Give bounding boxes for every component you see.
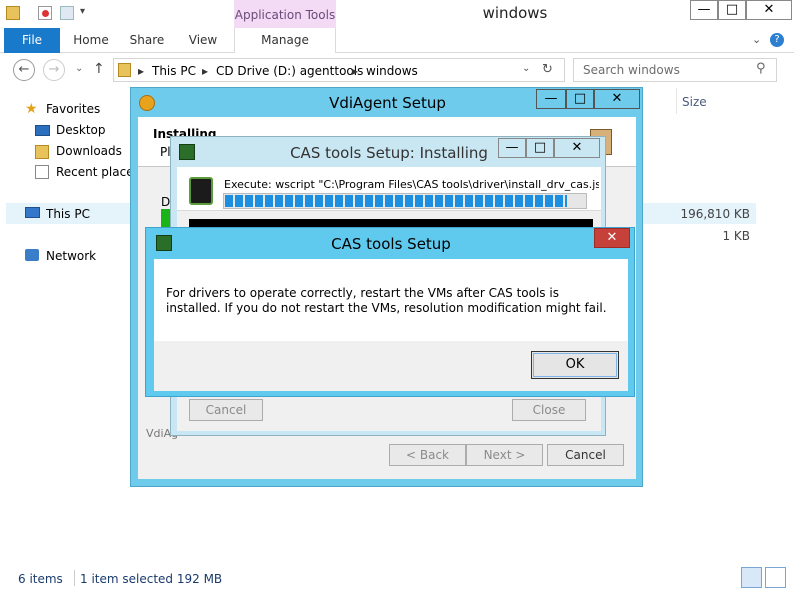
install-progress-bar	[223, 193, 587, 209]
close-button[interactable]: ✕	[746, 0, 792, 20]
nav-downloads[interactable]: Downloads	[56, 144, 122, 158]
tab-share[interactable]: Share	[124, 28, 170, 53]
back-arrow-icon[interactable]: ←	[13, 59, 35, 81]
maximize-button[interactable]: □	[566, 89, 594, 109]
folder-icon	[118, 63, 131, 77]
tab-view[interactable]: View	[180, 28, 226, 53]
status-divider	[74, 570, 75, 586]
search-icon[interactable]: ⚲	[756, 61, 766, 76]
nav-network[interactable]: Network	[46, 249, 96, 263]
breadcrumb-cd-drive[interactable]: CD Drive (D:) agenttools	[216, 64, 363, 78]
close-button[interactable]: ✕	[594, 89, 640, 109]
recent-places-icon	[35, 165, 49, 179]
close-button[interactable]: Close	[512, 399, 586, 421]
dialog-body: For drivers to operate correctly, restar…	[154, 259, 628, 391]
details-view-icon[interactable]	[741, 567, 762, 588]
maximize-button[interactable]: □	[718, 0, 746, 20]
cancel-button[interactable]: Cancel	[547, 444, 624, 466]
breadcrumb-windows[interactable]: windows	[366, 64, 418, 78]
nav-recent-places[interactable]: Recent places	[56, 165, 140, 179]
properties-icon[interactable]	[38, 6, 52, 20]
file-size-cell: 196,810 KB	[680, 207, 750, 221]
message-text: For drivers to operate correctly, restar…	[166, 286, 607, 315]
new-folder-icon[interactable]	[60, 6, 74, 20]
breadcrumb-separator-icon: ▸	[202, 64, 209, 78]
tab-manage[interactable]: Manage	[234, 28, 336, 53]
nav-this-pc[interactable]: This PC	[46, 207, 90, 221]
minimize-button[interactable]: —	[498, 138, 526, 158]
address-dropdown-icon[interactable]: ⌄	[522, 63, 530, 74]
close-button[interactable]: ✕	[554, 138, 600, 158]
window-title: windows	[482, 4, 548, 22]
ok-button[interactable]: OK	[531, 351, 619, 379]
large-icons-view-icon[interactable]	[765, 567, 786, 588]
forward-arrow-icon[interactable]: →	[43, 59, 65, 81]
breadcrumb-separator-icon: ▸	[352, 64, 359, 78]
breadcrumb-this-pc[interactable]: This PC	[152, 64, 196, 78]
computer-icon	[25, 207, 40, 218]
folder-icon	[6, 6, 20, 20]
nav-desktop[interactable]: Desktop	[56, 123, 106, 137]
star-icon: ★	[25, 101, 38, 117]
downloads-folder-icon	[35, 145, 49, 159]
application-tools-context-tab: Application Tools	[234, 0, 336, 30]
execute-detail: Execute: wscript "C:\Program Files\CAS t…	[224, 178, 599, 191]
file-size-cell: 1 KB	[722, 229, 750, 243]
status-item-count: 6 items	[18, 572, 63, 586]
customize-toolbar-icon[interactable]: ▾	[80, 6, 85, 17]
network-icon	[25, 249, 39, 261]
minimize-button[interactable]: —	[536, 89, 566, 109]
breadcrumb-separator-icon: ▸	[138, 64, 145, 78]
installer-cd-icon	[189, 177, 213, 205]
status-selection: 1 item selected 192 MB	[80, 572, 223, 586]
nav-favorites[interactable]: Favorites	[46, 102, 100, 116]
up-arrow-icon[interactable]: ↑	[93, 61, 105, 77]
close-button[interactable]: ✕	[594, 228, 630, 248]
dialog-title: CAS tools Setup	[331, 235, 451, 253]
recent-locations-icon[interactable]: ⌄	[75, 63, 83, 74]
chevron-down-icon[interactable]: ⌄	[752, 33, 761, 46]
status-label: D	[161, 195, 171, 209]
column-header-size[interactable]: Size	[682, 95, 707, 109]
help-icon[interactable]: ?	[770, 33, 784, 47]
address-bar[interactable]: ▸ This PC ▸ CD Drive (D:) agenttools ▸ w…	[113, 58, 565, 82]
minimize-button[interactable]: —	[690, 0, 718, 20]
progress-fill	[225, 195, 567, 207]
tab-file[interactable]: File	[4, 28, 60, 53]
ribbon-tab-bar	[0, 28, 794, 53]
cancel-button[interactable]: Cancel	[189, 399, 263, 421]
tab-home[interactable]: Home	[68, 28, 114, 53]
back-button[interactable]: < Back	[389, 444, 466, 466]
maximize-button[interactable]: □	[526, 138, 554, 158]
cas-tools-message-box: CAS tools Setup ✕ For drivers to operate…	[145, 227, 635, 397]
title-bar: ▾	[0, 0, 794, 28]
search-input[interactable]: Search windows	[573, 58, 777, 82]
refresh-icon[interactable]: ↻	[542, 62, 553, 77]
column-divider	[676, 88, 677, 114]
desktop-icon	[35, 125, 50, 136]
next-button[interactable]: Next >	[466, 444, 543, 466]
header-subtitle: Pl	[160, 145, 171, 159]
